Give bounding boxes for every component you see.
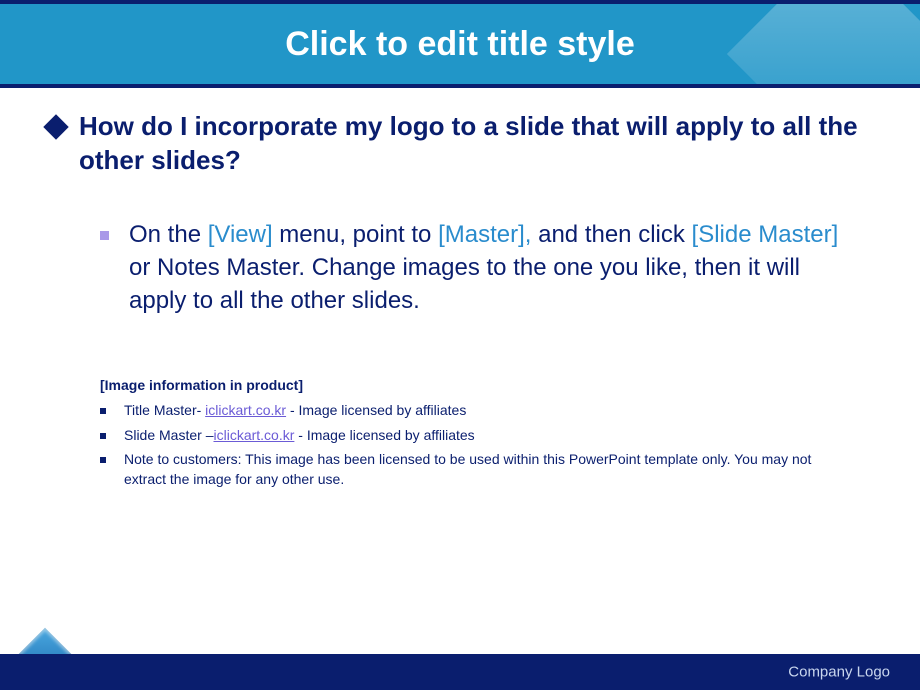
info-text: Slide Master –iclickart.co.kr - Image li… [124, 426, 535, 446]
answer-part: menu, point to [273, 221, 438, 248]
square-bullet-icon [100, 231, 109, 240]
answer-row: On the [View] menu, point to [Master], a… [100, 218, 875, 317]
slide-content: How do I incorporate my logo to a slide … [0, 88, 920, 489]
info-text: Note to customers: This image has been l… [124, 450, 875, 489]
info-suffix: - Image licensed by affiliates [286, 402, 466, 418]
info-heading: [Image information in product] [100, 377, 875, 393]
highlight-view: [View] [208, 221, 273, 248]
answer-part: or Notes Master. Change images to the on… [129, 254, 800, 314]
info-suffix: - Image licensed by affiliates [294, 427, 474, 443]
info-bullet-icon [100, 457, 106, 463]
info-item: Slide Master –iclickart.co.kr - Image li… [100, 426, 875, 446]
question-row: How do I incorporate my logo to a slide … [45, 110, 875, 178]
info-prefix: Note to customers: This image has been l… [124, 451, 811, 487]
answer-text[interactable]: On the [View] menu, point to [Master], a… [129, 218, 875, 317]
info-link[interactable]: iclickart.co.kr [205, 402, 286, 418]
info-bullet-icon [100, 408, 106, 414]
highlight-slide-master: [Slide Master] [692, 221, 839, 248]
highlight-master: [Master], [438, 221, 531, 248]
info-text: Title Master- iclickart.co.kr - Image li… [124, 401, 526, 421]
answer-part: On the [129, 221, 208, 248]
info-prefix: Slide Master – [124, 427, 213, 443]
info-link[interactable]: iclickart.co.kr [213, 427, 294, 443]
company-logo-text: Company Logo [788, 664, 890, 681]
info-item: Note to customers: This image has been l… [100, 450, 875, 489]
info-prefix: Title Master- [124, 402, 205, 418]
info-bullet-icon [100, 433, 106, 439]
slide-footer: Company Logo [0, 654, 920, 690]
slide-title[interactable]: Click to edit title style [285, 25, 635, 64]
info-section: [Image information in product] Title Mas… [100, 377, 875, 489]
slide-header: Click to edit title style [0, 0, 920, 88]
answer-part: and then click [531, 221, 691, 248]
question-text[interactable]: How do I incorporate my logo to a slide … [79, 110, 875, 178]
info-item: Title Master- iclickart.co.kr - Image li… [100, 401, 875, 421]
diamond-bullet-icon [43, 114, 68, 139]
